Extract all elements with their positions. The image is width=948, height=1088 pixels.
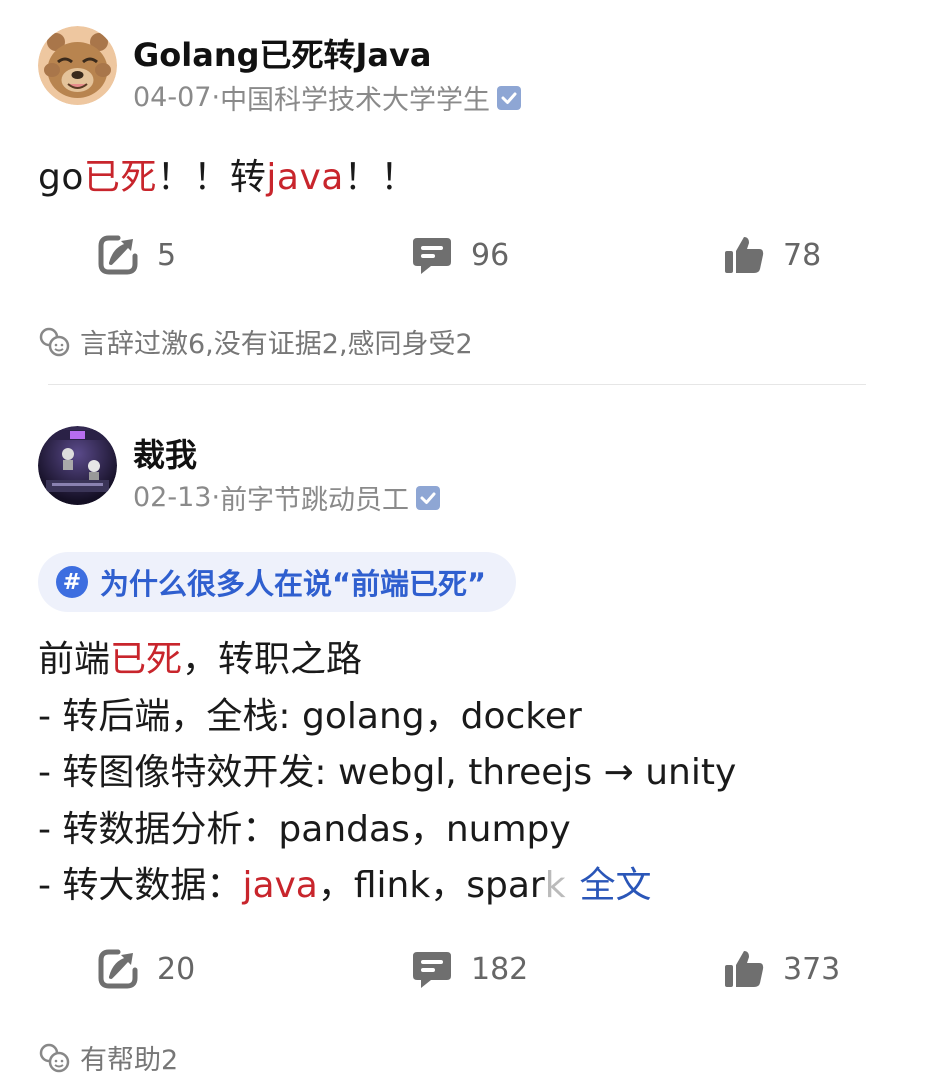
comment-count: 96 [471, 237, 510, 273]
author-affiliation: 中国科学技术大学学生 [220, 85, 491, 116]
highlight-text: java [242, 865, 318, 906]
highlight-text: java [266, 157, 344, 198]
like-count: 78 [783, 237, 822, 273]
content-text: ，转职之路 [182, 639, 363, 680]
avatar[interactable] [38, 426, 117, 505]
content-text: ！！转 [156, 157, 267, 198]
author-name[interactable]: 裁我 [133, 430, 197, 476]
content-line: - 转大数据：java，flink，spark 全文 [38, 858, 736, 915]
post-card: Golang已死转Java 04-07 · 中国科学技术大学学生 go已死！！转… [0, 0, 948, 385]
content-line: - 转图像特效开发: webgl, threejs → unity [38, 752, 737, 793]
like-count: 373 [783, 951, 841, 987]
topic-title: 为什么很多人在说“前端已死” [100, 567, 487, 601]
action-bar: 20 182 373 [0, 944, 948, 994]
reaction-summary[interactable]: 言辞过激6,没有证据2,感同身受2 [38, 322, 473, 361]
comment-bubble-icon [413, 952, 451, 988]
comment-button[interactable]: 96 [411, 230, 509, 280]
content-text: ！！ [343, 157, 417, 198]
share-button[interactable]: 20 [97, 944, 195, 994]
stage-avatar-icon [38, 426, 117, 505]
action-bar: 5 96 78 [0, 230, 948, 280]
post-content[interactable]: go已死！！转java！！ [38, 148, 417, 200]
like-button[interactable]: 78 [723, 230, 821, 280]
author-affiliation: 前字节跳动员工 [220, 485, 410, 516]
share-arrow-icon [98, 949, 138, 989]
post-card: 裁我 02-13 · 前字节跳动员工 # 为什么很多人在说“前端已死” 前端已死… [0, 386, 948, 1088]
reaction-face-icon [39, 1043, 70, 1072]
bear-avatar-icon [38, 26, 117, 105]
reaction-text: 言辞过激6,没有证据2,感同身受2 [80, 329, 473, 360]
meta-separator: · [211, 82, 221, 113]
highlight-text: 已死 [110, 639, 183, 680]
thumbs-up-icon [725, 237, 764, 273]
content-text: go [38, 157, 84, 198]
share-arrow-icon [98, 235, 138, 275]
reaction-face-icon [39, 327, 70, 356]
reaction-text: 有帮助2 [80, 1045, 179, 1076]
content-text: 前端 [38, 639, 111, 680]
author-name[interactable]: Golang已死转Java [133, 30, 431, 76]
comment-bubble-icon [413, 238, 451, 274]
comment-count: 182 [471, 951, 529, 987]
hashtag-icon: # [56, 566, 88, 598]
read-full-link[interactable]: 全文 [580, 865, 652, 906]
meta-separator: · [211, 482, 221, 513]
verified-check-icon [416, 485, 441, 510]
like-button[interactable]: 373 [723, 944, 840, 994]
comment-button[interactable]: 182 [411, 944, 528, 994]
post-date: 02-13 [133, 482, 212, 513]
reaction-summary[interactable]: 有帮助2 [38, 1038, 178, 1077]
highlight-text: 已死 [83, 157, 157, 198]
post-meta: 04-07 · 中国科学技术大学学生 [133, 78, 522, 117]
topic-tag[interactable]: # 为什么很多人在说“前端已死” [38, 552, 517, 612]
content-line: - 转后端，全栈: golang，docker [38, 695, 582, 737]
content-text: - 转大数据： [38, 865, 243, 906]
post-date: 04-07 [133, 82, 212, 113]
content-line: 前端已死，转职之路 [38, 632, 736, 689]
share-button[interactable]: 5 [97, 230, 176, 280]
share-count: 20 [157, 951, 196, 987]
post-divider [48, 384, 866, 385]
thumbs-up-icon [725, 951, 764, 987]
post-content[interactable]: 前端已死，转职之路 - 转后端，全栈: golang，docker - 转图像特… [38, 632, 736, 915]
share-count: 5 [157, 237, 177, 273]
faded-text: k [544, 865, 566, 906]
content-line: - 转数据分析：pandas，numpy [38, 808, 571, 850]
verified-check-icon [497, 85, 522, 110]
avatar[interactable] [38, 26, 117, 105]
content-text: ，flink，spar [317, 865, 545, 906]
post-meta: 02-13 · 前字节跳动员工 [133, 478, 441, 517]
